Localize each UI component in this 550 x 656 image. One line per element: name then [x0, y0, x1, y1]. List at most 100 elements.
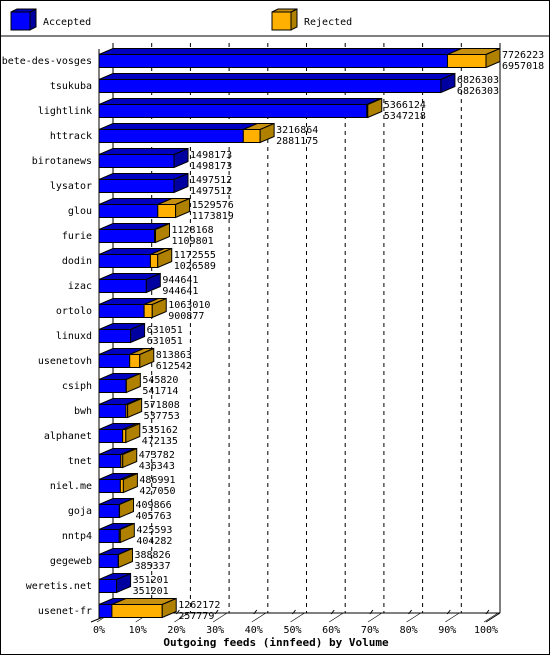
- bar-accepted: [99, 430, 123, 443]
- x-tick-label: 80%: [400, 625, 418, 636]
- bar-accepted-top: [99, 74, 455, 80]
- category-label: niel.me: [50, 481, 92, 492]
- accepted-value-label: 1109801: [172, 236, 214, 247]
- x-tick-diagonal: [368, 613, 382, 622]
- bar-accepted-top: [99, 49, 461, 55]
- category-label: nntp4: [62, 531, 92, 542]
- total-value-label: 1063010: [168, 300, 210, 311]
- x-tick-label: 10%: [129, 625, 147, 636]
- accepted-value-label: 405763: [136, 511, 172, 522]
- bar-rejected: [243, 130, 260, 143]
- bar-rejected: [130, 355, 140, 368]
- legend: Accepted Rejected: [1, 9, 550, 36]
- x-tick-diagonal: [291, 613, 305, 622]
- bar-accepted: [99, 255, 150, 268]
- category-label: tnet: [68, 456, 92, 467]
- bar-group: [99, 524, 134, 543]
- total-value-label: 7726223: [502, 50, 544, 61]
- x-tick-label: 50%: [283, 625, 301, 636]
- total-value-label: 486991: [139, 475, 175, 486]
- accepted-swatch: [11, 12, 30, 30]
- accepted-value-label: 2881175: [276, 136, 318, 147]
- accepted-swatch-side: [30, 9, 36, 30]
- total-value-label: 425593: [136, 525, 172, 536]
- bar-accepted: [99, 205, 158, 218]
- category-label: glou: [68, 206, 92, 217]
- bar-accepted: [99, 230, 155, 243]
- bar-accepted: [99, 580, 117, 593]
- bar-accepted: [99, 530, 119, 543]
- accepted-value-label: 6826303: [457, 86, 499, 97]
- rejected-swatch-side: [291, 9, 297, 30]
- total-value-label: 1497512: [190, 175, 232, 186]
- bar-group: [99, 274, 160, 293]
- accepted-value-label: 631051: [147, 336, 183, 347]
- bar-accepted: [99, 180, 174, 193]
- x-tick-diagonal: [445, 613, 459, 622]
- x-tick-label: 60%: [322, 625, 340, 636]
- chart-frame: Accepted Rejected 0%10%20%30%40%50%60%70…: [0, 0, 550, 655]
- category-label: goja: [68, 506, 92, 517]
- bar-group: [99, 249, 172, 268]
- accepted-value-label: 1497512: [190, 186, 232, 197]
- x-tick-label: 40%: [245, 625, 263, 636]
- total-value-label: 571808: [144, 400, 180, 411]
- rejected-swatch: [272, 12, 291, 30]
- accepted-value-label: 537753: [144, 411, 180, 422]
- bar-accepted: [99, 480, 120, 493]
- x-tick-diagonal: [329, 613, 343, 622]
- bar-accepted-top: [99, 124, 257, 130]
- accepted-value-label: 404282: [136, 536, 172, 547]
- x-tick-label: 0%: [93, 625, 105, 636]
- accepted-value-label: 612542: [156, 361, 192, 372]
- accepted-value-label: 944641: [162, 286, 198, 297]
- category-label: tsukuba: [50, 81, 92, 92]
- bar-group: [99, 174, 188, 193]
- accepted-value-label: 5347218: [384, 111, 426, 122]
- bar-accepted: [99, 280, 146, 293]
- total-value-label: 473782: [139, 450, 175, 461]
- x-tick-diagonal: [407, 613, 421, 622]
- category-label: izac: [68, 281, 92, 292]
- bar-accepted: [99, 305, 144, 318]
- category-label: usenet-fr: [38, 606, 92, 617]
- total-value-label: 1172555: [174, 250, 216, 261]
- category-label: httrack: [50, 131, 92, 142]
- bar-group: [99, 549, 132, 568]
- total-value-label: 5366124: [384, 100, 426, 111]
- bar-group: [99, 74, 455, 93]
- floor-right-edge: [486, 613, 500, 622]
- category-label: alphanet: [44, 431, 92, 442]
- bar-group: [99, 574, 131, 593]
- total-value-label: 535162: [142, 425, 178, 436]
- bar-group: [99, 324, 145, 343]
- legend-item-accepted: Accepted: [11, 9, 91, 30]
- category-label: birotanews: [32, 156, 92, 167]
- bar-accepted-top: [99, 149, 188, 155]
- bar-rejected: [144, 305, 152, 318]
- category-label: gegeweb: [50, 556, 92, 567]
- total-value-label: 1529576: [192, 200, 234, 211]
- x-tick-label: 20%: [167, 625, 185, 636]
- bar-accepted: [99, 605, 112, 618]
- bar-accepted: [99, 105, 367, 118]
- accepted-value-label: 385337: [134, 561, 170, 572]
- bar-accepted-top: [99, 99, 381, 105]
- total-value-label: 1128168: [172, 225, 214, 236]
- accepted-value-label: 1498173: [190, 161, 232, 172]
- total-value-label: 409866: [136, 500, 172, 511]
- category-label: ortolo: [56, 306, 92, 317]
- bar-group: [99, 474, 137, 493]
- accepted-value-label: 6957018: [502, 61, 544, 72]
- bar-group: [99, 424, 140, 443]
- bar-group: [99, 599, 176, 618]
- accepted-value-label: 1173819: [192, 211, 234, 222]
- x-tick-label: 70%: [361, 625, 379, 636]
- accepted-value-label: 436343: [139, 461, 175, 472]
- x-axis-title: Outgoing feeds (innfeed) by Volume: [163, 636, 389, 649]
- category-label: furie: [62, 231, 92, 242]
- bar-group: [99, 299, 166, 318]
- accepted-value-label: 472135: [142, 436, 178, 447]
- accepted-value-label: 257779: [178, 611, 214, 622]
- bar-accepted: [99, 80, 441, 93]
